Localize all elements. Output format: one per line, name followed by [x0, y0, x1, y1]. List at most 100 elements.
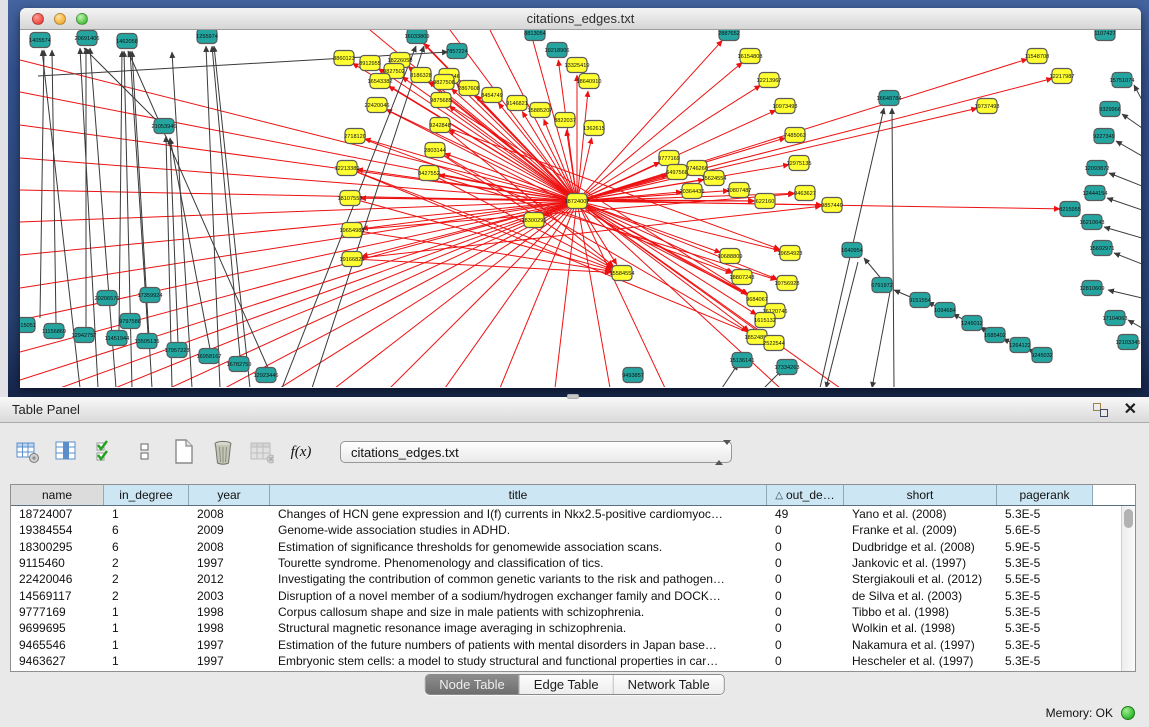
graph-node[interactable]: 16543382 [368, 74, 393, 89]
tab-network-table[interactable]: Network Table [614, 675, 724, 694]
graph-node[interactable]: 12213389 [335, 161, 360, 176]
network-canvas[interactable]: 8860123891295518226058982750216543382818… [20, 30, 1141, 387]
graph-node[interactable]: 12213967 [757, 73, 782, 88]
table-cell[interactable]: 1 [104, 653, 189, 669]
row-height-button[interactable] [133, 440, 157, 464]
graph-node[interactable]: 7857224 [446, 44, 468, 59]
graph-node[interactable]: 16210643 [1080, 215, 1105, 230]
table-cell[interactable]: Tourette syndrome. Phenomenology and cla… [270, 555, 767, 571]
close-panel-icon[interactable]: ✕ [1124, 403, 1137, 417]
table-settings-button[interactable] [16, 440, 40, 464]
table-cell[interactable]: 0 [767, 522, 844, 538]
tab-node-table[interactable]: Node Table [425, 675, 520, 694]
graph-node[interactable]: 2867608 [458, 81, 480, 96]
graph-node[interactable]: 12217987 [1050, 69, 1075, 84]
graph-node[interactable]: 11451944 [105, 331, 129, 346]
graph-node[interactable]: 18640910 [577, 74, 602, 89]
table-cell[interactable]: Jankovic et al. (1997) [844, 555, 997, 571]
graph-node[interactable]: 16958167 [197, 349, 222, 364]
table-cell[interactable]: Dudbridge et al. (2008) [844, 539, 997, 555]
table-cell[interactable]: 9699695 [11, 620, 104, 636]
table-cell[interactable]: Disruption of a novel member of a sodium… [270, 587, 767, 603]
table-cell[interactable]: Estimation of the future numbers of pati… [270, 636, 767, 652]
network-window-titlebar[interactable]: citations_edges.txt [20, 8, 1141, 30]
table-cell[interactable]: 0 [767, 555, 844, 571]
table-cell[interactable]: 2 [104, 571, 189, 587]
table-cell[interactable]: Embryonic stem cells: a model to study s… [270, 653, 767, 669]
graph-node[interactable]: 17104063 [1103, 311, 1128, 326]
column-header-pagerank[interactable]: pagerank [997, 485, 1093, 505]
table-cell[interactable]: 2003 [189, 587, 270, 603]
graph-node[interactable]: 9463627 [794, 186, 816, 201]
table-row[interactable]: 1830029562008Estimation of significance … [11, 539, 1135, 555]
table-row[interactable]: 977716911998Corpus callosum shape and si… [11, 604, 1135, 620]
show-columns-button[interactable] [55, 440, 79, 464]
graph-node[interactable]: 2718120 [344, 129, 366, 144]
graph-node[interactable]: 19756928 [775, 276, 800, 291]
graph-node[interactable]: 9329966 [1099, 102, 1121, 117]
table-cell[interactable]: 6 [104, 522, 189, 538]
table-cell[interactable]: Wolkin et al. (1998) [844, 620, 997, 636]
graph-node[interactable]: 9227349 [1093, 129, 1115, 144]
table-cell[interactable]: 2008 [189, 506, 270, 522]
table-cell[interactable]: 6 [104, 539, 189, 555]
table-cell[interactable]: 14569117 [11, 587, 104, 603]
table-cell[interactable]: 5.9E-5 [997, 539, 1093, 555]
new-column-button[interactable] [172, 440, 196, 464]
graph-node[interactable]: 1107427 [1094, 30, 1115, 41]
column-header-title[interactable]: title [270, 485, 767, 505]
graph-node[interactable]: 8822037 [554, 113, 576, 128]
delete-column-button[interactable] [211, 440, 235, 464]
table-cell[interactable]: 2008 [189, 539, 270, 555]
graph-node[interactable]: 21053946 [152, 119, 177, 134]
graph-node[interactable]: 10688809 [718, 249, 743, 264]
graph-node[interactable]: 8912955 [359, 56, 381, 71]
graph-node[interactable]: 7485063 [784, 128, 806, 143]
graph-node[interactable]: 15136141 [730, 353, 755, 368]
table-cell[interactable]: 0 [767, 604, 844, 620]
table-cell[interactable]: 0 [767, 571, 844, 587]
zoom-window-button[interactable] [76, 13, 88, 25]
table-vertical-scrollbar[interactable] [1121, 506, 1135, 671]
table-row[interactable]: 946554611997Estimation of the future num… [11, 636, 1135, 652]
graph-node[interactable]: 1362615 [583, 121, 605, 136]
memory-status-indicator[interactable] [1121, 706, 1135, 720]
table-row[interactable]: 1456911722003Disruption of a novel membe… [11, 587, 1135, 603]
table-cell[interactable]: 1 [104, 620, 189, 636]
table-cell[interactable]: 5.3E-5 [997, 587, 1093, 603]
graph-node[interactable]: 12923446 [254, 368, 279, 383]
tab-edge-table[interactable]: Edge Table [520, 675, 614, 694]
graph-node[interactable]: 18107553 [338, 191, 363, 206]
graph-node[interactable]: 8215955 [1059, 202, 1081, 217]
graph-node[interactable]: 17359924 [138, 288, 163, 303]
table-cell[interactable]: 5.6E-5 [997, 522, 1093, 538]
graph-node[interactable]: 1685402 [984, 328, 1006, 343]
table-cell[interactable]: 1 [104, 506, 189, 522]
table-cell[interactable]: 1997 [189, 636, 270, 652]
function-builder-button[interactable]: f(x) [289, 440, 313, 464]
graph-node[interactable]: 16648784 [877, 91, 902, 106]
graph-node[interactable]: 1405574 [29, 33, 51, 48]
table-cell[interactable]: 18300295 [11, 539, 104, 555]
scrollbar-thumb[interactable] [1124, 509, 1133, 528]
table-cell[interactable]: Investigating the contribution of common… [270, 571, 767, 587]
table-cell[interactable]: 5.3E-5 [997, 604, 1093, 620]
graph-node[interactable]: 17334263 [775, 360, 800, 375]
column-header-short[interactable]: short [844, 485, 997, 505]
table-cell[interactable]: 1997 [189, 555, 270, 571]
graph-node[interactable]: 9827508 [433, 75, 455, 90]
graph-node[interactable]: 15885207 [528, 103, 553, 118]
graph-node[interactable]: 10973493 [773, 99, 798, 114]
graph-node[interactable]: 15751074 [1110, 73, 1135, 88]
graph-node[interactable]: 9797588 [119, 314, 141, 329]
table-cell[interactable]: 5.3E-5 [997, 653, 1093, 669]
graph-node[interactable]: 6497568 [666, 165, 688, 180]
graph-node[interactable]: 20691406 [75, 31, 100, 46]
graph-node[interactable]: 15584554 [610, 266, 635, 281]
table-select[interactable]: citations_edges.txt [340, 441, 732, 463]
panel-splitter-handle[interactable] [567, 394, 579, 399]
graph-node[interactable]: 9151554 [909, 293, 931, 308]
table-cell[interactable]: 18724007 [11, 506, 104, 522]
table-cell[interactable]: 19384554 [11, 522, 104, 538]
table-cell[interactable]: 1 [104, 636, 189, 652]
